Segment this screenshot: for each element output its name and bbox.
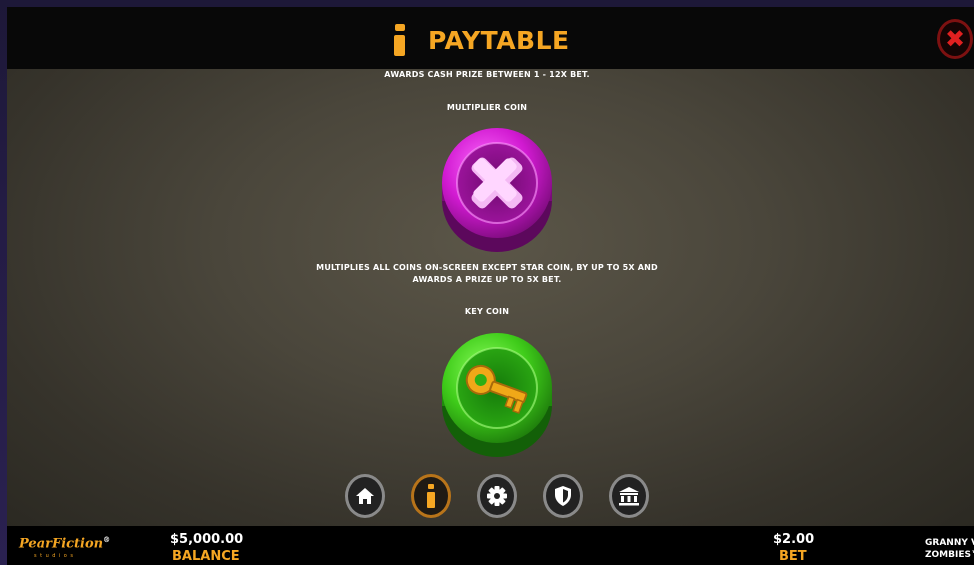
nav-settings-button[interactable] <box>477 474 517 518</box>
nav-responsible-gaming-button[interactable] <box>543 474 583 518</box>
awards-text: AWARDS CASH PRIZE BETWEEN 1 - 12X BET. <box>384 70 590 79</box>
studio-logo-sub: studios <box>34 553 77 559</box>
bet-value: $2.00 <box>773 532 815 547</box>
gear-icon <box>487 486 507 506</box>
studio-logo: PearFiction® <box>19 535 111 552</box>
multiplier-desc-line-1: MULTIPLIES ALL COINS ON-SCREEN EXCEPT ST… <box>316 263 658 272</box>
nav-home-button[interactable] <box>345 474 385 518</box>
page-title: PAYTABLE <box>428 25 570 55</box>
nav-bank-button[interactable] <box>609 474 649 518</box>
multiplier-coin-description: MULTIPLIES ALL COINS ON-SCREEN EXCEPT ST… <box>0 262 974 286</box>
balance-label: BALANCE <box>172 549 240 564</box>
bet-label: BET <box>779 549 807 564</box>
close-icon: ✖ <box>944 25 966 53</box>
nav-info-button[interactable] <box>411 474 451 518</box>
close-button[interactable]: ✖ <box>937 19 973 59</box>
balance-value: $5,000.00 <box>170 532 244 547</box>
info-icon <box>427 484 435 508</box>
info-icon <box>392 24 406 56</box>
bank-icon <box>619 487 639 506</box>
paytable-title-group: PAYTABLE <box>392 22 570 58</box>
multiplier-desc-line-2: AWARDS A PRIZE UP TO 5X BET. <box>412 275 562 284</box>
footer-bar <box>7 526 974 565</box>
home-icon <box>356 488 374 504</box>
key-coin-title: KEY COIN <box>464 307 510 316</box>
shield-icon <box>555 486 571 506</box>
key-coin-icon <box>442 333 552 457</box>
multiplier-coin-title: MULTIPLIER COIN <box>446 103 528 112</box>
game-name: GRANNY V ZOMBIES™ <box>925 538 974 560</box>
multiplier-coin-icon <box>442 128 552 252</box>
